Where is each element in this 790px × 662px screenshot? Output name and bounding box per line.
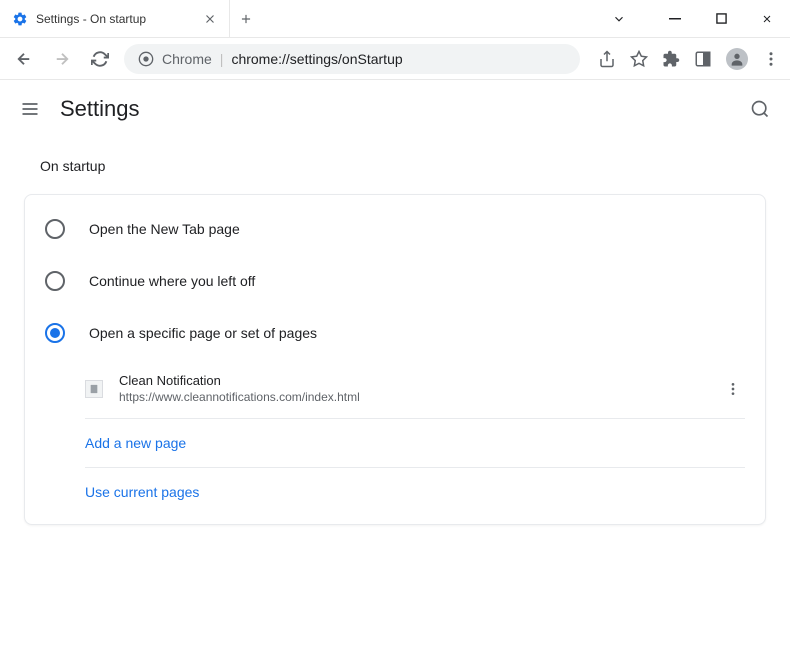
settings-header: Settings (0, 80, 790, 138)
add-page-link[interactable]: Add a new page (85, 419, 745, 468)
radio-icon (45, 219, 65, 239)
omnibox-url: chrome://settings/onStartup (231, 51, 402, 67)
browser-tab[interactable]: Settings - On startup (0, 0, 230, 37)
page-title: Settings (60, 96, 140, 122)
reload-button[interactable] (86, 45, 114, 73)
close-icon[interactable] (203, 12, 217, 26)
startup-page-item: Clean Notification https://www.cleannoti… (85, 359, 745, 419)
radio-icon (45, 323, 65, 343)
omnibox-prefix: Chrome (162, 51, 212, 67)
tab-search-button[interactable] (596, 0, 642, 38)
bookmark-star-icon[interactable] (630, 50, 648, 68)
radio-label: Open a specific page or set of pages (89, 325, 317, 341)
radio-icon (45, 271, 65, 291)
address-bar[interactable]: Chrome | chrome://settings/onStartup (124, 44, 580, 74)
close-window-button[interactable] (744, 0, 790, 38)
forward-button[interactable] (48, 45, 76, 73)
settings-gear-icon (12, 11, 28, 27)
toolbar: Chrome | chrome://settings/onStartup (0, 38, 790, 80)
titlebar: Settings - On startup (0, 0, 790, 38)
startup-pages-list: Clean Notification https://www.cleannoti… (85, 359, 745, 516)
omnibox-separator: | (220, 51, 224, 67)
page-favicon-icon (85, 380, 103, 398)
chrome-icon (138, 51, 154, 67)
startup-page-url: https://www.cleannotifications.com/index… (119, 390, 705, 404)
startup-card: Open the New Tab page Continue where you… (24, 194, 766, 525)
option-specific-pages[interactable]: Open a specific page or set of pages (25, 307, 765, 359)
use-current-pages-link[interactable]: Use current pages (85, 468, 745, 516)
content-area: On startup Open the New Tab page Continu… (0, 138, 790, 545)
option-continue[interactable]: Continue where you left off (25, 255, 765, 307)
minimize-button[interactable] (652, 0, 698, 38)
search-icon[interactable] (750, 99, 770, 119)
section-title: On startup (24, 158, 766, 174)
new-tab-button[interactable] (230, 0, 262, 37)
page-more-button[interactable] (721, 377, 745, 401)
hamburger-menu-icon[interactable] (20, 99, 40, 119)
profile-avatar[interactable] (726, 48, 748, 70)
radio-label: Open the New Tab page (89, 221, 240, 237)
side-panel-icon[interactable] (694, 50, 712, 68)
back-button[interactable] (10, 45, 38, 73)
option-new-tab[interactable]: Open the New Tab page (25, 203, 765, 255)
tab-title: Settings - On startup (36, 12, 195, 26)
startup-page-title: Clean Notification (119, 373, 705, 388)
share-icon[interactable] (598, 50, 616, 68)
extensions-icon[interactable] (662, 50, 680, 68)
maximize-button[interactable] (698, 0, 744, 38)
menu-dots-icon[interactable] (762, 50, 780, 68)
radio-label: Continue where you left off (89, 273, 255, 289)
